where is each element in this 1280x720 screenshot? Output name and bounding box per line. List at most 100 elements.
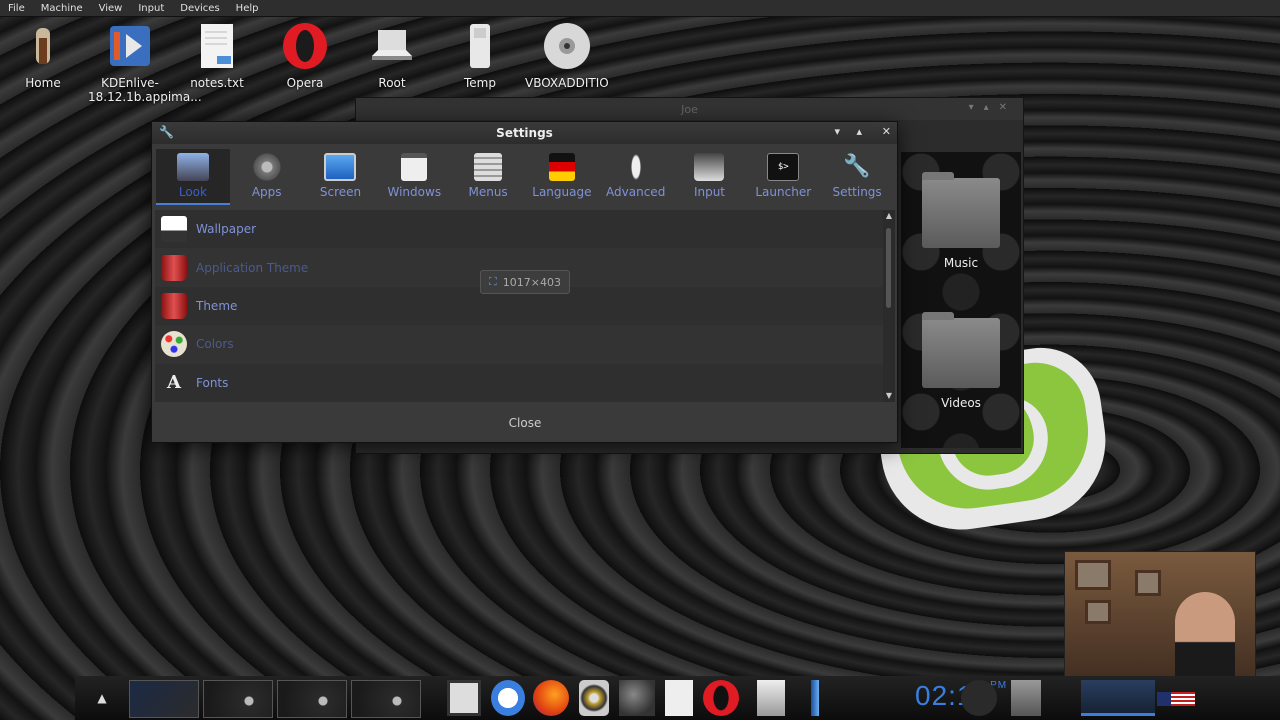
root-drive-icon [368, 22, 416, 70]
window-title: Settings [496, 126, 553, 140]
cd-icon [543, 22, 591, 70]
workspace-2[interactable] [203, 680, 273, 718]
advanced-icon [619, 153, 652, 181]
mail-icon[interactable] [491, 680, 525, 716]
desktop-icon-label: Temp [464, 76, 496, 90]
thermometer-icon[interactable] [811, 680, 819, 716]
task-settings[interactable] [1081, 680, 1155, 716]
tab-label: Input [693, 185, 726, 199]
resize-icon: ⛶ [489, 275, 497, 288]
scroll-down-icon[interactable]: ▼ [883, 390, 895, 402]
scrollbar-thumb[interactable] [886, 228, 891, 308]
list-scrollbar[interactable]: ▲ ▼ [883, 210, 895, 402]
tab-windows[interactable]: Windows [377, 149, 451, 205]
tab-label: Windows [387, 185, 442, 199]
folder-videos[interactable]: Videos [911, 312, 1011, 410]
paint-can-icon [161, 292, 187, 319]
terminal-icon[interactable] [447, 680, 481, 716]
menu-help[interactable]: Help [228, 3, 267, 14]
list-item-label: Wallpaper [196, 222, 257, 237]
palette-icon [161, 331, 187, 358]
tab-screen[interactable]: Screen [304, 149, 378, 205]
menu-view[interactable]: View [91, 3, 131, 14]
tab-advanced[interactable]: Advanced [599, 149, 673, 205]
home-icon [19, 22, 67, 70]
menu-input[interactable]: Input [130, 3, 172, 14]
gimp-icon[interactable] [619, 680, 655, 716]
menu-machine[interactable]: Machine [33, 3, 91, 14]
pager-icon[interactable] [961, 680, 997, 716]
window-icon [401, 153, 428, 181]
folder-label: Music [943, 256, 979, 270]
settings-category-toolbar: Look Apps Screen Windows Menus Language … [156, 149, 894, 205]
settings-titlebar[interactable]: 🔧 Settings ▾ ▴ ✕ [152, 122, 897, 144]
workspace-4[interactable] [351, 680, 421, 718]
workspace-1[interactable] [129, 680, 199, 718]
vbox-menubar: File Machine View Input Devices Help [0, 0, 1280, 17]
list-item-fonts[interactable]: A Fonts [155, 364, 883, 402]
settings-item-list: Wallpaper Application Theme Theme Colors… [155, 210, 883, 402]
speaker-icon[interactable] [579, 680, 609, 716]
folder-icon[interactable] [1011, 680, 1041, 716]
resize-size-tooltip: ⛶ 1017×403 [480, 270, 570, 294]
minimize-icon[interactable]: ▾ [834, 125, 840, 138]
desktop-icon-label: notes.txt [190, 76, 244, 90]
desktop-icon-label: Home [25, 76, 61, 90]
desktop-icon-label: VBOXADDITIONS_5.1.38 [525, 76, 609, 90]
desktop-icon-kdenlive[interactable]: KDEnlive-18.12.1b.appima... [88, 22, 202, 104]
us-flag-icon[interactable] [1157, 692, 1195, 706]
file-cabinet-icon[interactable] [757, 680, 785, 716]
paint-can-icon [161, 254, 187, 281]
taskbar: ▲ 02:12PM [75, 676, 1280, 720]
desktop-icon-vboxadditions[interactable]: VBOXADDITIONS_5.1.38 [525, 22, 609, 90]
desktop-icon-home[interactable]: Home [1, 22, 85, 90]
desktop-icon-opera[interactable]: Opera [263, 22, 347, 90]
tab-look[interactable]: Look [156, 149, 230, 205]
text-editor-icon[interactable] [665, 680, 693, 716]
tab-settings[interactable]: 🔧 Settings [820, 149, 894, 205]
start-menu-up-icon[interactable]: ▲ [91, 680, 113, 716]
list-item-label: Theme [196, 298, 238, 313]
flag-icon [548, 153, 575, 181]
folder-label: Videos [941, 396, 981, 410]
scroll-up-icon[interactable]: ▲ [883, 210, 895, 222]
terminal-icon: $> [767, 153, 800, 181]
wrench-icon: 🔧 [843, 154, 871, 179]
close-icon[interactable]: ✕ [882, 125, 891, 138]
list-item-colors[interactable]: Colors [155, 325, 883, 364]
workspace-3[interactable] [277, 680, 347, 718]
list-item-label: Fonts [196, 375, 229, 390]
size-readout: 1017×403 [502, 275, 561, 289]
folder-music[interactable]: Music [911, 172, 1011, 270]
menu-file[interactable]: File [0, 3, 33, 14]
tab-label: Look [178, 185, 207, 199]
tab-language[interactable]: Language [525, 149, 599, 205]
firefox-icon[interactable] [533, 680, 569, 716]
opera-icon[interactable] [703, 680, 739, 716]
kdenlive-icon [106, 22, 154, 70]
monitor-icon [324, 153, 357, 181]
maximize-icon[interactable]: ▴ [856, 125, 862, 138]
desktop-icon-temp[interactable]: Temp [438, 22, 522, 90]
file-manager-content: Music Videos [901, 152, 1021, 448]
window-controls[interactable]: ▾▴✕ [969, 102, 1017, 113]
text-file-icon [193, 22, 241, 70]
tab-apps[interactable]: Apps [230, 149, 304, 205]
keyboard-mouse-icon [694, 153, 725, 181]
tab-label: Launcher [755, 185, 812, 199]
webcam-overlay [1064, 551, 1256, 702]
tab-launcher[interactable]: $> Launcher [746, 149, 820, 205]
desktop-icon-notes[interactable]: notes.txt [175, 22, 259, 90]
tab-menus[interactable]: Menus [451, 149, 525, 205]
look-icon [176, 153, 209, 181]
tab-label: Settings [832, 185, 882, 199]
menu-devices[interactable]: Devices [172, 3, 227, 14]
tab-input[interactable]: Input [673, 149, 747, 205]
file-manager-titlebar[interactable]: Joe ▾▴✕ [356, 98, 1023, 120]
window-title: Joe [681, 102, 698, 116]
list-item-wallpaper[interactable]: Wallpaper [155, 210, 883, 248]
desktop-icon-root[interactable]: Root [350, 22, 434, 90]
tab-label: Advanced [606, 185, 666, 199]
folder-icon [922, 172, 1000, 248]
close-button[interactable]: Close [505, 412, 545, 434]
